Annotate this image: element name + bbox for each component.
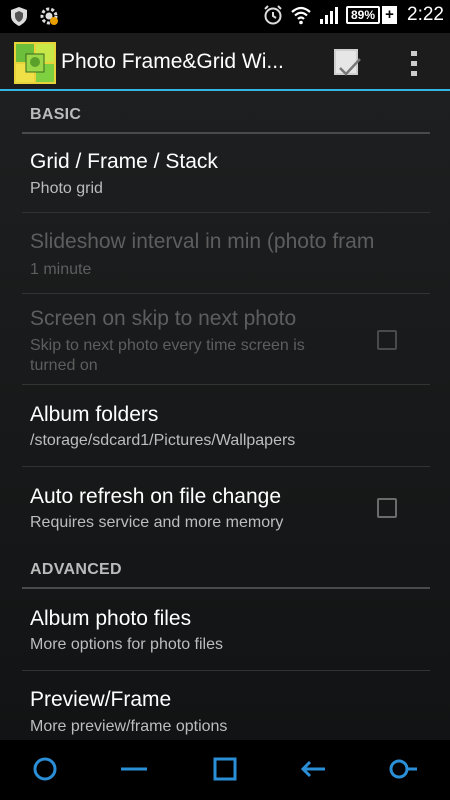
pref-summary: /storage/sdcard1/Pictures/Wallpapers	[30, 432, 296, 449]
pref-title: Slideshow interval in min (photo fram	[30, 230, 375, 253]
category-header-advanced: ADVANCED	[22, 549, 430, 589]
status-clock: 2:22	[407, 4, 444, 25]
pref-grid-frame-stack[interactable]: Grid / Frame / Stack Photo grid	[22, 134, 430, 213]
pref-checkbox[interactable]	[377, 498, 397, 518]
pref-summary: 1 minute	[30, 261, 92, 278]
pref-title: Preview/Frame	[30, 688, 172, 711]
pref-screen-on-skip[interactable]: Screen on skip to next photo Skip to nex…	[22, 294, 430, 385]
pref-summary-line2: turned on	[30, 357, 98, 374]
gear-badge-icon	[40, 7, 58, 25]
back-arrow-icon[interactable]	[298, 754, 328, 784]
pref-title: Grid / Frame / Stack	[30, 150, 218, 173]
circle-key-icon[interactable]	[387, 754, 417, 784]
pref-slideshow-interval[interactable]: Slideshow interval in min (photo fram 1 …	[22, 213, 430, 294]
status-bar: 89% + 2:22	[0, 0, 450, 33]
action-bar: Photo Frame&Grid Wi...	[0, 33, 450, 89]
battery-icon: 89% +	[345, 5, 398, 25]
pref-preview-frame[interactable]: Preview/Frame More preview/frame options	[22, 671, 430, 740]
circle-home-icon[interactable]	[30, 754, 60, 784]
pref-summary: More preview/frame options	[30, 718, 228, 735]
pref-summary: Photo grid	[30, 180, 103, 197]
preferences-list[interactable]: BASIC Grid / Frame / Stack Photo grid Sl…	[0, 91, 450, 740]
signal-icon	[319, 7, 338, 24]
done-checkmark-icon[interactable]	[326, 43, 366, 83]
pref-title: Auto refresh on file change	[30, 485, 281, 508]
pref-album-photo-files[interactable]: Album photo files More options for photo…	[22, 589, 430, 671]
alarm-clock-icon	[264, 5, 282, 25]
category-label: BASIC	[30, 106, 82, 123]
pref-auto-refresh[interactable]: Auto refresh on file change Requires ser…	[22, 467, 430, 557]
pref-checkbox[interactable]	[377, 330, 397, 350]
battery-percent: 89%	[345, 6, 381, 24]
overflow-menu-icon[interactable]	[404, 43, 424, 83]
charging-icon: +	[382, 6, 398, 24]
minus-icon[interactable]	[119, 754, 149, 784]
pref-summary-line1: Skip to next photo every time screen is	[30, 337, 305, 354]
wifi-icon	[291, 6, 311, 25]
pref-title: Album photo files	[30, 607, 192, 630]
pref-summary: Requires service and more memory	[30, 514, 284, 531]
navigation-bar	[0, 740, 450, 800]
shield-icon	[11, 7, 27, 26]
pref-summary: More options for photo files	[30, 636, 223, 653]
category-header-basic: BASIC	[22, 94, 430, 134]
pref-title: Screen on skip to next photo	[30, 307, 297, 330]
square-recents-icon[interactable]	[210, 754, 240, 784]
app-title: Photo Frame&Grid Wi...	[61, 50, 284, 73]
app-logo-icon[interactable]	[14, 42, 56, 84]
pref-title: Album folders	[30, 403, 159, 426]
pref-album-folders[interactable]: Album folders /storage/sdcard1/Pictures/…	[22, 385, 430, 467]
category-label: ADVANCED	[30, 561, 122, 578]
